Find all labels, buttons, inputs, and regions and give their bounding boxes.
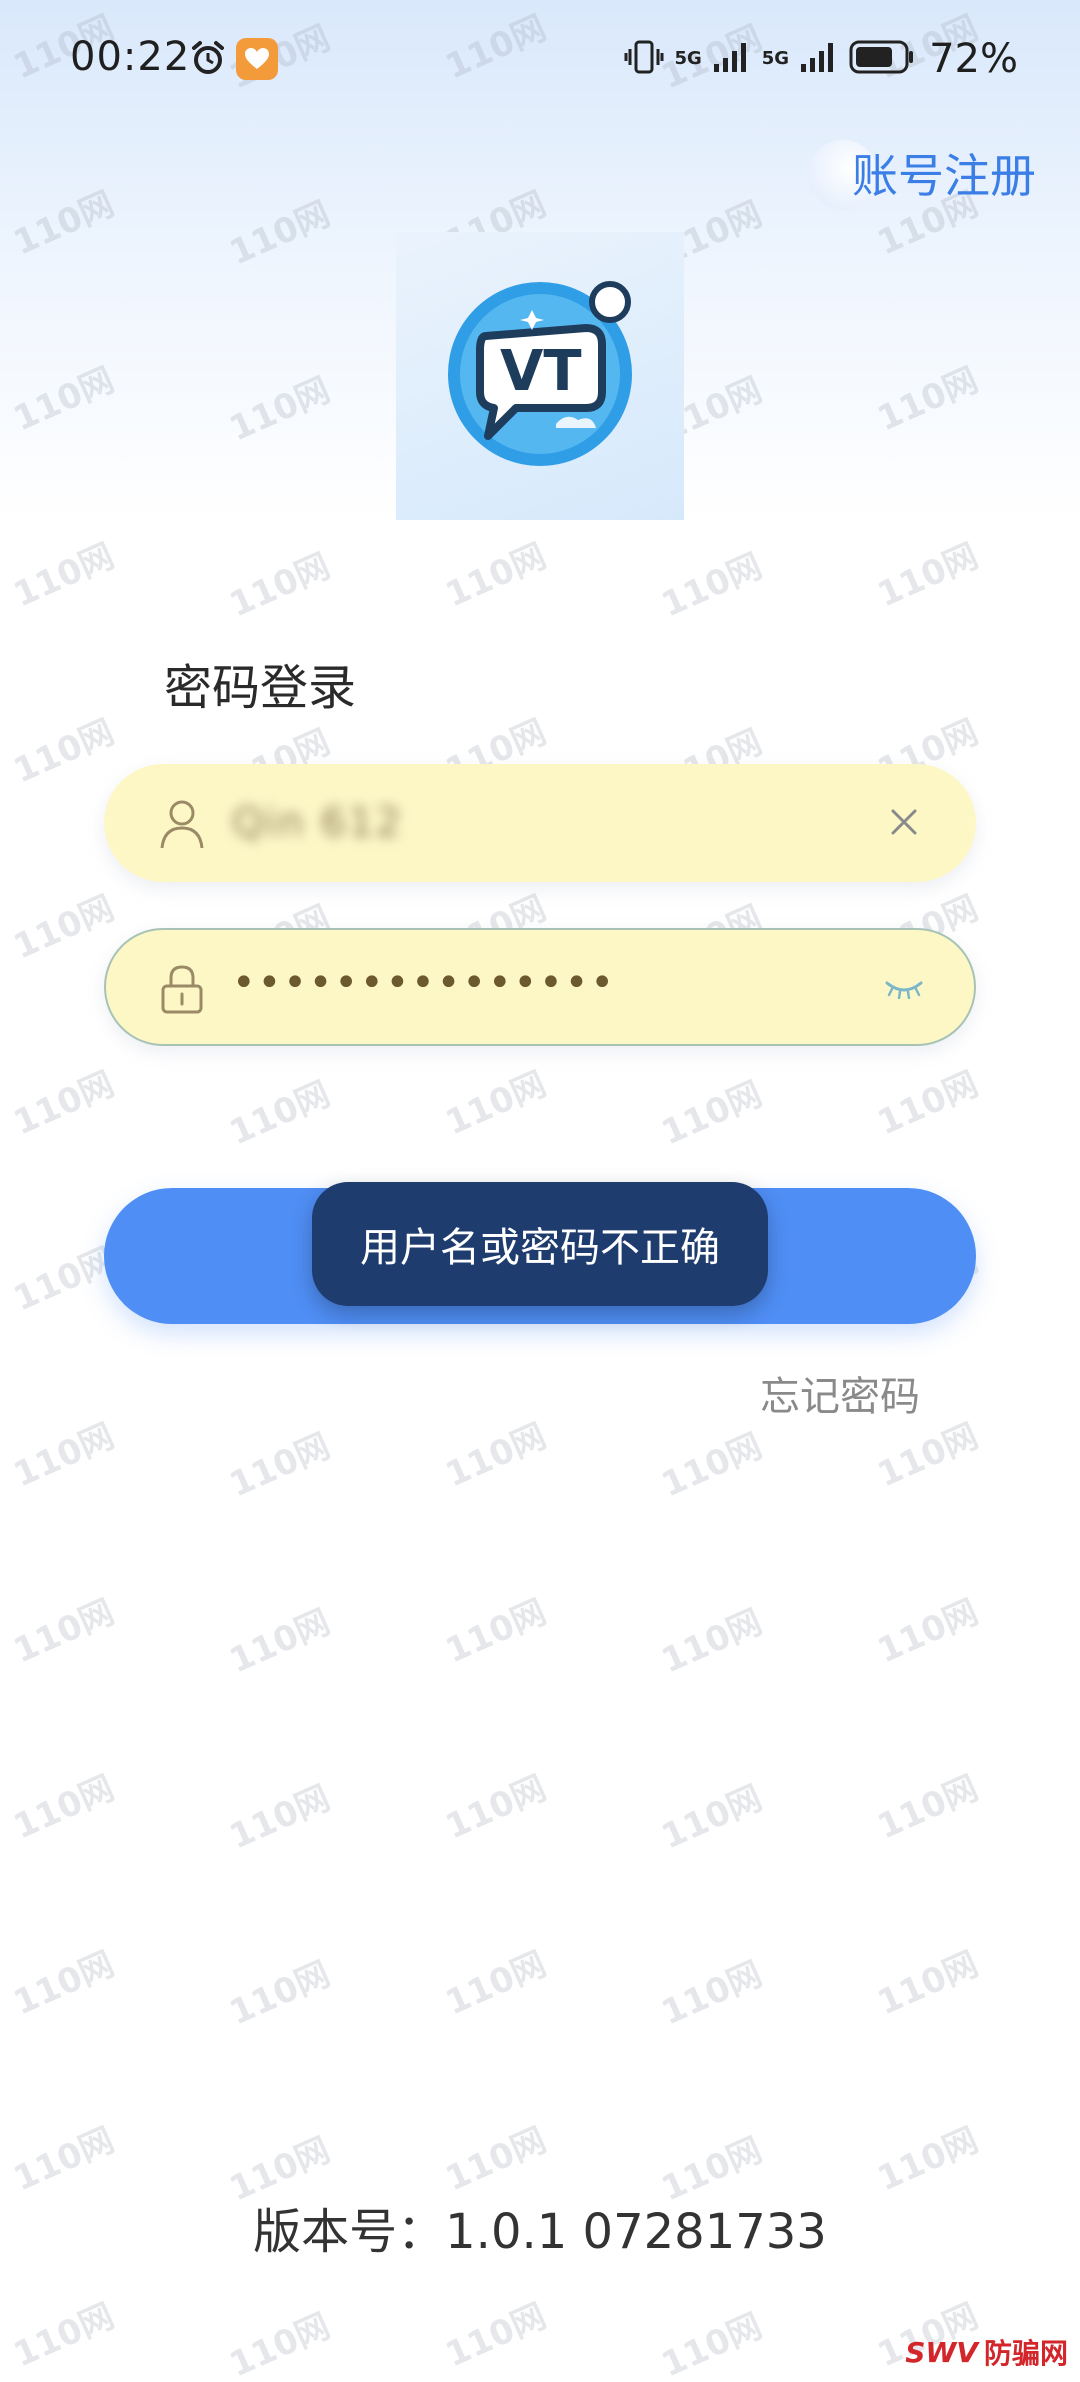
vibrate-icon bbox=[624, 39, 664, 79]
watermark-text: 110网 bbox=[223, 1426, 337, 1506]
watermark-text: 110网 bbox=[223, 1954, 337, 2034]
watermark-text: 110网 bbox=[655, 546, 769, 626]
battery-icon bbox=[849, 39, 915, 79]
lock-icon bbox=[160, 964, 204, 1018]
watermark-text: 110网 bbox=[223, 546, 337, 626]
eye-closed-icon[interactable] bbox=[880, 970, 928, 1006]
corner-brand: SWV bbox=[905, 2335, 978, 2369]
heart-badge-icon bbox=[236, 38, 278, 80]
watermark-text: 110网 bbox=[7, 1064, 121, 1144]
watermark-text: 110网 bbox=[871, 1592, 985, 1672]
network-type-2: 5G bbox=[761, 48, 790, 69]
svg-text:VT: VT bbox=[500, 339, 582, 404]
watermark-text: 110网 bbox=[7, 712, 121, 792]
watermark-text: 110网 bbox=[7, 184, 121, 264]
status-time: 00:22 bbox=[70, 34, 191, 80]
watermark-text: 110网 bbox=[655, 1074, 769, 1154]
watermark-text: 110网 bbox=[7, 536, 121, 616]
password-field[interactable]: ••••••••••••••• bbox=[104, 928, 976, 1046]
network-type-1: 5G bbox=[674, 48, 702, 69]
password-masked-value: ••••••••••••••• bbox=[232, 960, 616, 1006]
watermark-text: 110网 bbox=[871, 1768, 985, 1848]
signal-icon bbox=[712, 40, 752, 78]
watermark-text: 110网 bbox=[7, 1944, 121, 2024]
watermark-text: 110网 bbox=[439, 1944, 553, 2024]
watermark-text: 110网 bbox=[223, 1602, 337, 1682]
alarm-icon bbox=[190, 40, 226, 80]
login-method-title: 密码登录 bbox=[164, 660, 357, 716]
watermark-text: 110网 bbox=[871, 1944, 985, 2024]
watermark-text: 110网 bbox=[871, 536, 985, 616]
watermark-text: 110网 bbox=[7, 1592, 121, 1672]
register-link[interactable]: 账号注册 bbox=[852, 140, 1036, 206]
corner-watermark-logo: SWV 防骗网 bbox=[905, 2332, 1068, 2372]
watermark-text: 110网 bbox=[439, 536, 553, 616]
watermark-text: 110网 bbox=[655, 2306, 769, 2382]
watermark-text: 110网 bbox=[439, 2120, 553, 2200]
watermark-text: 110网 bbox=[7, 2296, 121, 2376]
watermark-text: 110网 bbox=[439, 1064, 553, 1144]
signal-icon-2 bbox=[799, 40, 839, 78]
watermark-text: 110网 bbox=[871, 1064, 985, 1144]
forgot-password-link[interactable]: 忘记密码 bbox=[760, 1364, 920, 1422]
watermark-text: 110网 bbox=[655, 1954, 769, 2034]
watermark-text: 110网 bbox=[655, 1602, 769, 1682]
watermark-text: 110网 bbox=[439, 1416, 553, 1496]
battery-percentage: 72% bbox=[929, 36, 1018, 82]
close-icon[interactable] bbox=[882, 800, 926, 844]
corner-brand-text: 防骗网 bbox=[983, 2337, 1068, 2370]
watermark-text: 110网 bbox=[439, 1768, 553, 1848]
watermark-text: 110网 bbox=[223, 2306, 337, 2382]
username-field[interactable]: Qin 612 bbox=[104, 764, 976, 882]
username-value: Qin 612 bbox=[232, 800, 404, 846]
error-toast: 用户名或密码不正确 bbox=[312, 1182, 768, 1306]
watermark-text: 110网 bbox=[223, 194, 337, 274]
watermark-text: 110网 bbox=[7, 2120, 121, 2200]
watermark-text: 110网 bbox=[871, 2120, 985, 2200]
watermark-text: 110网 bbox=[7, 888, 121, 968]
status-indicators: 5G 5G 72% bbox=[624, 36, 1018, 82]
user-icon bbox=[158, 798, 206, 854]
app-logo: VT bbox=[396, 232, 684, 520]
watermark-text: 110网 bbox=[439, 1592, 553, 1672]
watermark-text: 110网 bbox=[223, 370, 337, 450]
watermark-text: 110网 bbox=[223, 1074, 337, 1154]
watermark-text: 110网 bbox=[223, 1778, 337, 1858]
watermark-text: 110网 bbox=[871, 360, 985, 440]
vt-chat-logo-icon: VT bbox=[448, 281, 632, 466]
watermark-text: 110网 bbox=[7, 360, 121, 440]
status-bar: 00:22 5G 5G 72% bbox=[0, 0, 1080, 120]
watermark-text: 110网 bbox=[655, 1778, 769, 1858]
watermark-text: 110网 bbox=[7, 1768, 121, 1848]
watermark-text: 110网 bbox=[439, 2296, 553, 2376]
watermark-text: 110网 bbox=[7, 1240, 121, 1320]
app-version: 版本号：1.0.1 07281733 bbox=[253, 2204, 827, 2260]
watermark-text: 110网 bbox=[655, 1426, 769, 1506]
watermark-text: 110网 bbox=[7, 1416, 121, 1496]
